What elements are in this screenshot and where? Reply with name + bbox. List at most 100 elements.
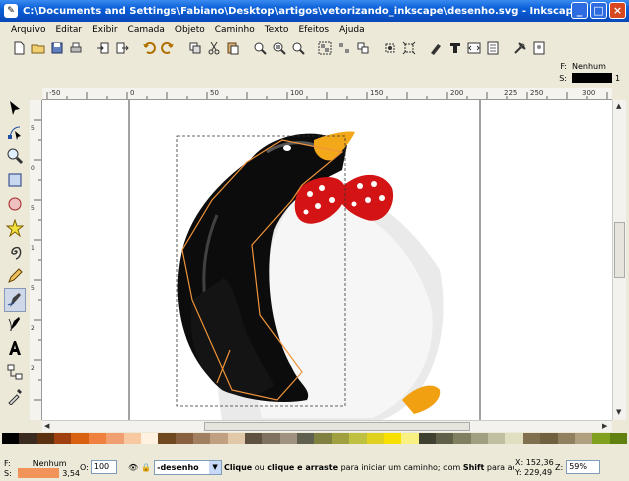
text-tool-icon[interactable] — [4, 336, 26, 360]
menu-editar[interactable]: Editar — [50, 25, 87, 35]
import-icon[interactable] — [94, 39, 112, 57]
status-stroke-swatch[interactable] — [17, 468, 60, 478]
lock-icon[interactable]: 🔒 — [141, 463, 151, 472]
palette-swatch[interactable] — [383, 433, 402, 444]
align-icon[interactable] — [381, 39, 399, 57]
minimize-button[interactable]: _ — [571, 2, 588, 19]
connector-tool-icon[interactable] — [4, 360, 26, 384]
palette-swatch[interactable] — [314, 433, 332, 444]
vertical-scrollbar[interactable]: ▲ ▼ — [612, 100, 626, 420]
pencil-tool-icon[interactable] — [4, 264, 26, 288]
selector-tool-icon[interactable] — [4, 96, 26, 120]
palette-swatch[interactable] — [470, 433, 489, 444]
palette-swatch[interactable] — [349, 433, 367, 444]
maximize-button[interactable]: □ — [590, 2, 607, 19]
zoom-drawing-icon[interactable] — [270, 39, 288, 57]
penguin-bitmap[interactable] — [177, 131, 444, 420]
palette-swatch[interactable] — [36, 433, 55, 444]
palette-swatch[interactable] — [245, 433, 263, 444]
cut-icon[interactable] — [205, 39, 223, 57]
clone-icon[interactable] — [354, 39, 372, 57]
layer-select[interactable]: -desenho ▼ — [154, 460, 223, 475]
undo-icon[interactable] — [140, 39, 158, 57]
palette-swatch[interactable] — [418, 433, 436, 444]
palette-swatch[interactable] — [522, 433, 541, 444]
chevron-down-icon[interactable]: ▼ — [209, 461, 222, 474]
palette-swatch[interactable] — [401, 433, 419, 444]
horizontal-ruler[interactable]: -50 0 50 100 150 200 225 250 300 — [42, 88, 612, 100]
spiral-tool-icon[interactable] — [4, 240, 26, 264]
menu-texto[interactable]: Texto — [260, 25, 294, 35]
menu-caminho[interactable]: Caminho — [210, 25, 260, 35]
duplicate-icon[interactable] — [186, 39, 204, 57]
open-folder-icon[interactable] — [29, 39, 47, 57]
document-properties-icon[interactable] — [484, 39, 502, 57]
scroll-up-arrow-icon[interactable]: ▲ — [616, 102, 621, 110]
ungroup-icon[interactable] — [335, 39, 353, 57]
opacity-input[interactable]: 100 — [90, 460, 117, 474]
palette-swatch[interactable] — [331, 433, 350, 444]
menu-camada[interactable]: Camada — [123, 25, 170, 35]
scroll-left-arrow-icon[interactable]: ◀ — [44, 422, 49, 430]
node-tool-icon[interactable] — [4, 120, 26, 144]
menu-exibir[interactable]: Exibir — [87, 25, 122, 35]
horizontal-scrollbar[interactable]: ◀ ▶ — [42, 420, 612, 432]
xml-editor-icon[interactable] — [465, 39, 483, 57]
dropper-tool-icon[interactable] — [4, 384, 26, 408]
stroke-swatch[interactable] — [572, 73, 612, 83]
palette-swatch[interactable] — [19, 433, 37, 444]
new-document-icon[interactable] — [10, 39, 28, 57]
eye-icon[interactable]: 👁 — [128, 463, 138, 472]
ellipse-tool-icon[interactable] — [4, 192, 26, 216]
palette-swatch[interactable] — [262, 433, 280, 444]
palette-swatch[interactable] — [192, 433, 211, 444]
palette-swatch[interactable] — [210, 433, 228, 444]
palette-swatch[interactable] — [453, 433, 471, 444]
preferences-icon[interactable] — [511, 39, 529, 57]
scroll-down-arrow-icon[interactable]: ▼ — [616, 408, 621, 416]
palette-swatch[interactable] — [71, 433, 89, 444]
zoom-tool-icon[interactable] — [4, 144, 26, 168]
palette-swatch[interactable] — [140, 433, 159, 444]
palette-swatch[interactable] — [227, 433, 246, 444]
palette-swatch[interactable] — [574, 433, 593, 444]
palette-swatch[interactable] — [2, 433, 20, 444]
palette-swatch[interactable] — [279, 433, 298, 444]
save-icon[interactable] — [48, 39, 66, 57]
palette-swatch[interactable] — [488, 433, 506, 444]
fill-stroke-icon[interactable] — [427, 39, 445, 57]
close-button[interactable]: × — [609, 2, 626, 19]
palette-swatch[interactable] — [505, 433, 523, 444]
rectangle-tool-icon[interactable] — [4, 168, 26, 192]
status-fill-value[interactable]: Nenhum — [33, 459, 67, 468]
vertical-scroll-thumb[interactable] — [614, 222, 625, 278]
zoom-selection-icon[interactable] — [251, 39, 269, 57]
calligraphy-tool-icon[interactable] — [4, 312, 26, 336]
object-properties-icon[interactable] — [530, 39, 548, 57]
pen-tool-icon[interactable] — [4, 288, 26, 312]
palette-swatch[interactable] — [123, 433, 141, 444]
print-icon[interactable] — [67, 39, 85, 57]
group-icon[interactable] — [316, 39, 334, 57]
palette-swatch[interactable] — [158, 433, 176, 444]
palette-swatch[interactable] — [435, 433, 454, 444]
transform-icon[interactable] — [400, 39, 418, 57]
menu-ajuda[interactable]: Ajuda — [334, 25, 370, 35]
palette-swatch[interactable] — [297, 433, 315, 444]
menu-efeitos[interactable]: Efeitos — [293, 25, 334, 35]
menu-objeto[interactable]: Objeto — [170, 25, 210, 35]
fill-value[interactable]: Nenhum — [572, 62, 606, 71]
vertical-ruler[interactable]: 5 0 5 1 5 2 2 — [30, 100, 42, 420]
text-font-icon[interactable] — [446, 39, 464, 57]
palette-swatch[interactable] — [366, 433, 384, 444]
palette-swatch[interactable] — [609, 433, 627, 444]
palette-swatch[interactable] — [592, 433, 610, 444]
menu-arquivo[interactable]: Arquivo — [6, 25, 50, 35]
zoom-page-icon[interactable] — [289, 39, 307, 57]
scroll-right-arrow-icon[interactable]: ▶ — [602, 422, 607, 430]
palette-swatch[interactable] — [557, 433, 575, 444]
palette-swatch[interactable] — [106, 433, 124, 444]
export-icon[interactable] — [113, 39, 131, 57]
palette-swatch[interactable] — [88, 433, 107, 444]
palette-swatch[interactable] — [54, 433, 72, 444]
